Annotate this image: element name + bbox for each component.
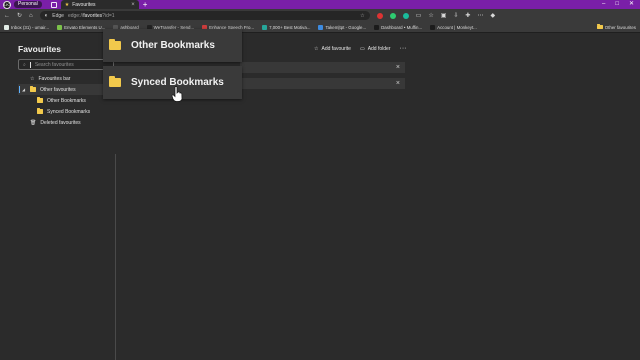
drag-item-other-bookmarks[interactable]: Other Bookmarks xyxy=(103,29,242,62)
favourite-star-icon[interactable]: ☆ xyxy=(360,13,364,19)
tree-item[interactable]: ☆ Favourites bar xyxy=(18,73,108,84)
minimize-button[interactable]: – xyxy=(602,0,605,9)
site-favicon-icon xyxy=(374,24,380,30)
search-placeholder: Search favourites xyxy=(34,61,74,68)
collections-icon[interactable]: ▣ xyxy=(441,12,447,19)
close-window-button[interactable]: ✕ xyxy=(629,0,634,9)
tab-favourites[interactable]: ★ Favourites × xyxy=(60,0,139,9)
list-item[interactable]: × xyxy=(240,62,405,73)
profile-label: Personal xyxy=(14,1,42,8)
trash-icon: 🗑︎ xyxy=(30,119,37,126)
search-icon: ⌕ xyxy=(23,61,26,68)
tree-item[interactable]: ◢ Other favourites xyxy=(18,84,108,95)
more-options-button[interactable]: ··· xyxy=(399,45,406,52)
search-input[interactable]: ⌕ Search favourites xyxy=(18,59,114,70)
extension-icon[interactable] xyxy=(402,12,409,19)
add-favourite-button[interactable]: ☆ Add favourite xyxy=(314,46,351,52)
site-favicon-icon xyxy=(430,24,436,30)
favourites-icon[interactable]: ☆ xyxy=(428,12,433,19)
page-title: Favourites xyxy=(18,44,61,54)
favourites-tree: ☆ Favourites bar ◢ Other favourites Other Bo… xyxy=(18,73,108,128)
url-text: edge://favorites?id=1 xyxy=(67,12,115,19)
divider xyxy=(115,154,116,360)
back-icon[interactable]: ← xyxy=(4,13,10,19)
bookmark-item[interactable]: Dashboard • Muffin... xyxy=(374,24,422,30)
folder-icon xyxy=(30,86,36,92)
site-favicon-icon xyxy=(318,24,324,30)
downloads-icon[interactable]: ⇩ xyxy=(453,12,458,19)
remove-icon[interactable]: × xyxy=(396,80,400,87)
folder-icon xyxy=(109,39,121,50)
close-tab-icon[interactable]: × xyxy=(131,2,135,8)
star-icon: ☆ xyxy=(30,75,35,82)
refresh-icon[interactable]: ↻ xyxy=(17,12,22,19)
other-favourites-button[interactable]: Other favourites xyxy=(596,23,636,30)
split-screen-icon[interactable]: ▭ xyxy=(416,12,422,19)
folder-icon xyxy=(37,108,43,114)
folder-icon xyxy=(596,23,603,30)
site-favicon-icon xyxy=(57,24,63,30)
add-folder-button[interactable]: ▭ Add folder xyxy=(360,46,391,52)
url-prefix: Edge xyxy=(52,12,64,19)
extensions-icon[interactable]: ✚ xyxy=(465,12,470,19)
site-favicon-icon xyxy=(4,24,9,30)
list-item[interactable]: × xyxy=(240,78,405,89)
copilot-icon[interactable]: ◆ xyxy=(490,12,495,19)
window-controls: – □ ✕ xyxy=(602,0,640,9)
text-caret xyxy=(29,61,31,68)
chevron-down-icon[interactable]: ◢ xyxy=(22,87,26,92)
bookmark-item[interactable]: Inbox (31) - umair... xyxy=(4,24,49,30)
folder-icon xyxy=(109,76,121,87)
settings-menu-icon[interactable]: ⋯ xyxy=(477,12,483,19)
home-icon[interactable]: ⌂ xyxy=(29,13,33,19)
star-icon: ★ xyxy=(64,1,70,8)
maximize-button[interactable]: □ xyxy=(615,0,619,9)
remove-icon[interactable]: × xyxy=(396,64,400,71)
extension-icon[interactable] xyxy=(376,12,383,19)
extension-icon[interactable] xyxy=(389,12,396,19)
bookmarks-bar: Inbox (31) - umair... Envato Elements U..… xyxy=(0,22,640,33)
new-tab-button[interactable]: + xyxy=(143,0,148,9)
add-folder-icon: ▭ xyxy=(359,45,365,52)
tree-item[interactable]: Synced Bookmarks xyxy=(18,106,108,117)
profile-button[interactable]: LK3 Personal xyxy=(0,0,47,9)
tree-item[interactable]: Other Bookmarks xyxy=(18,95,108,106)
tab-strip: LK3 Personal ★ Favourites × + – □ ✕ xyxy=(0,0,640,9)
bookmark-item[interactable]: Envato Elements U... xyxy=(57,24,105,30)
site-favicon-icon xyxy=(262,24,268,30)
tree-item[interactable]: 🗑︎ Deleted favourites xyxy=(18,117,108,128)
profile-avatar: LK3 xyxy=(3,0,12,9)
main-actions: ☆ Add favourite ▭ Add folder ··· xyxy=(314,45,406,52)
address-bar[interactable]: ◐ Edge edge://favorites?id=1 ☆ xyxy=(39,11,370,20)
tab-actions-icon[interactable] xyxy=(50,1,57,8)
bookmark-item[interactable]: 7,000+ Best Motiva... xyxy=(262,24,310,30)
add-favourite-icon: ☆ xyxy=(314,45,319,52)
tab-title: Favourites xyxy=(72,1,96,8)
address-toolbar: ← ↻ ⌂ ◐ Edge edge://favorites?id=1 ☆ ▭ ☆… xyxy=(0,9,640,22)
bookmark-item[interactable]: Account | Monkeyt... xyxy=(430,24,477,30)
folder-icon xyxy=(37,97,43,103)
edge-logo-icon: ◐ xyxy=(44,12,49,19)
hand-cursor-icon xyxy=(171,86,183,102)
bookmark-item[interactable]: Takem|tpt - Google... xyxy=(318,24,366,30)
